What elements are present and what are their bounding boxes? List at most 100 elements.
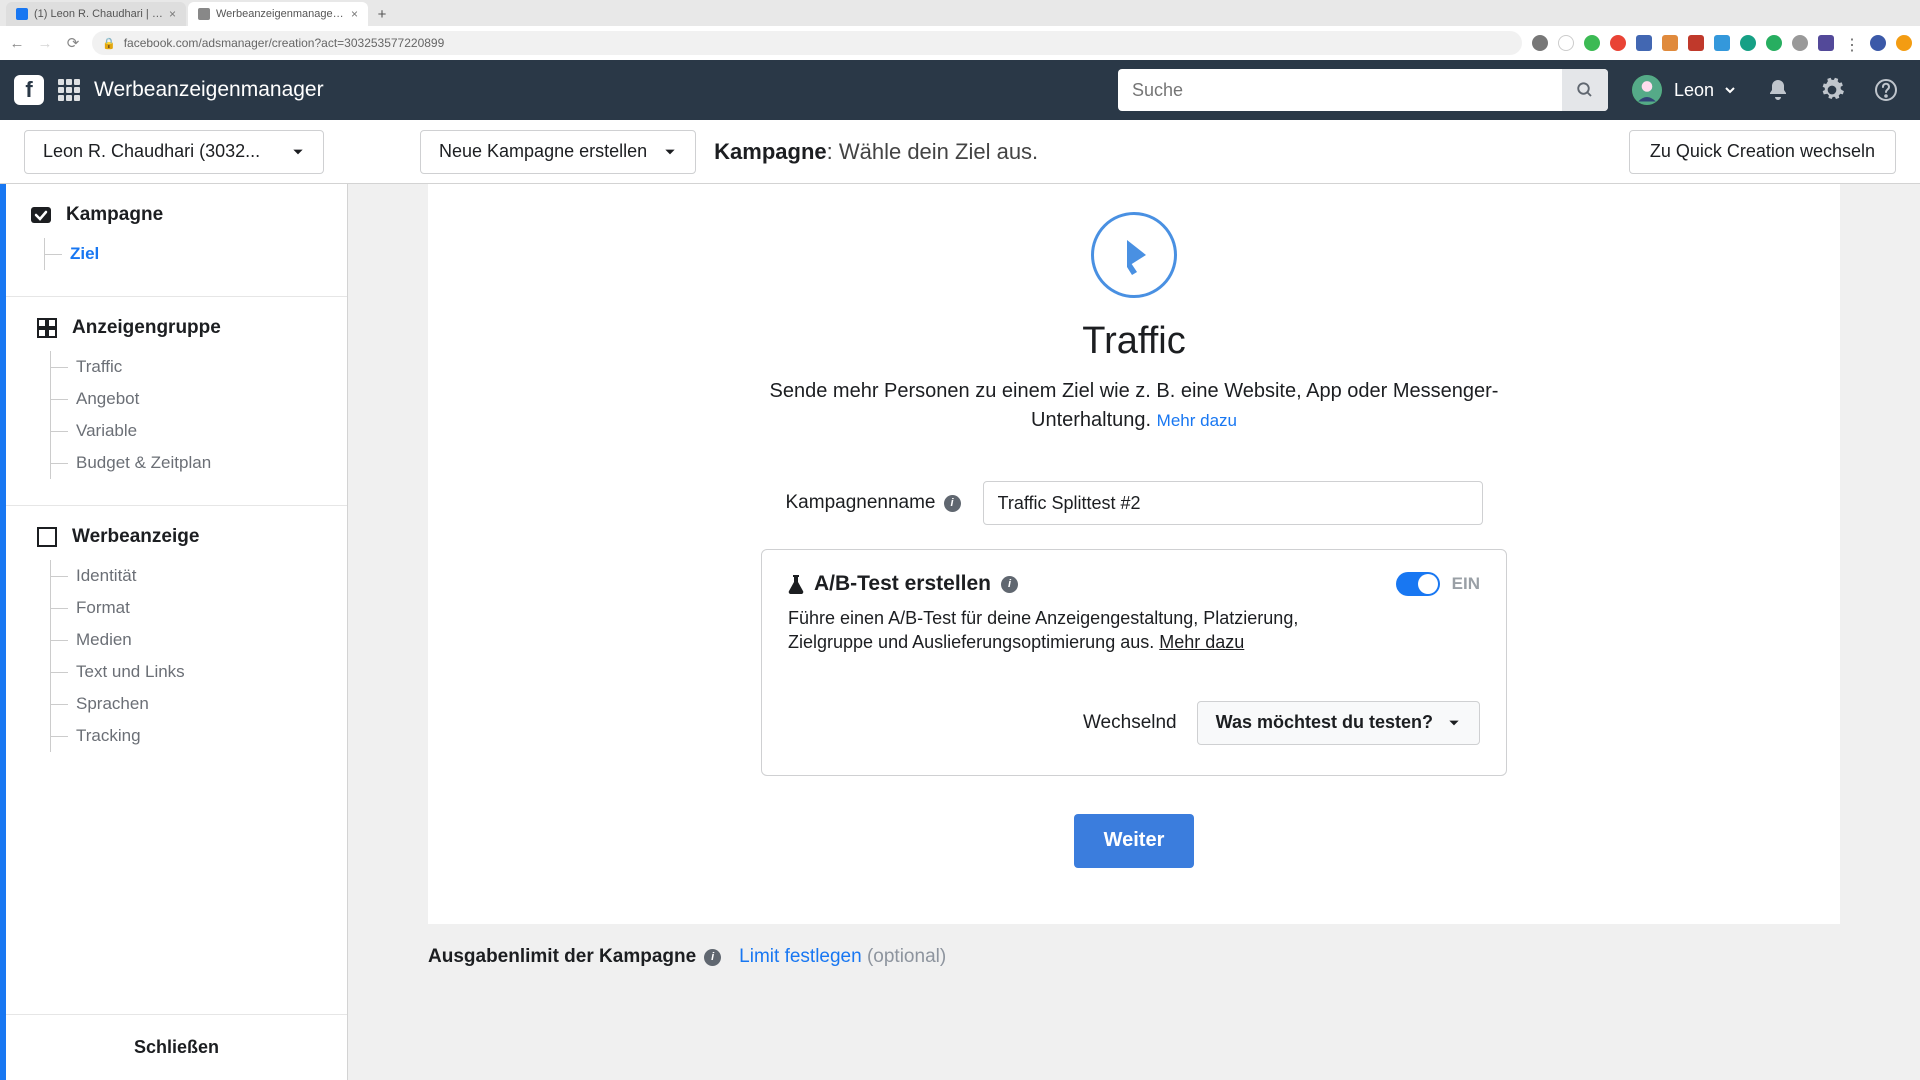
- sidebar-item-angebot[interactable]: Angebot: [50, 383, 323, 415]
- variable-label: Wechselnd: [1083, 712, 1177, 734]
- account-selector[interactable]: Leon R. Chaudhari (3032...: [24, 130, 324, 174]
- ab-test-title: A/B-Test erstellen i: [788, 572, 1308, 596]
- info-icon[interactable]: i: [1001, 576, 1018, 593]
- extension-icon[interactable]: [1688, 35, 1704, 51]
- sidebar-item-format[interactable]: Format: [50, 592, 323, 624]
- switch-label: Zu Quick Creation wechseln: [1650, 141, 1875, 162]
- extension-icon[interactable]: [1558, 35, 1574, 51]
- dropdown-label: Was möchtest du testen?: [1216, 712, 1433, 733]
- extension-icon[interactable]: [1532, 35, 1548, 51]
- browser-tab-active[interactable]: Werbeanzeigenmanager – Cre ×: [188, 2, 368, 26]
- main-content: Traffic Sende mehr Personen zu einem Zie…: [348, 184, 1920, 1080]
- subheader: Leon R. Chaudhari (3032... Neue Kampagne…: [0, 120, 1920, 184]
- search-button[interactable]: [1562, 69, 1608, 111]
- sidebar-item-text-und-links[interactable]: Text und Links: [50, 656, 323, 688]
- sidebar-item-budget[interactable]: Budget & Zeitplan: [50, 447, 323, 479]
- sidebar-item-label: Budget & Zeitplan: [76, 453, 211, 473]
- extension-icon[interactable]: [1636, 35, 1652, 51]
- gear-icon: [1819, 77, 1845, 103]
- sidebar-item-medien[interactable]: Medien: [50, 624, 323, 656]
- back-icon[interactable]: ←: [8, 34, 26, 52]
- learn-more-link[interactable]: Mehr dazu: [1157, 411, 1237, 430]
- tab-title: (1) Leon R. Chaudhari | Facebo: [34, 8, 163, 20]
- settings-button[interactable]: [1812, 70, 1852, 110]
- extension-icon[interactable]: [1740, 35, 1756, 51]
- sidebar-item-traffic[interactable]: Traffic: [50, 351, 323, 383]
- search-container: [1118, 69, 1608, 111]
- user-menu[interactable]: Leon: [1622, 69, 1744, 111]
- help-icon: [1874, 78, 1898, 102]
- sidebar-item-label: Traffic: [76, 357, 122, 377]
- forward-icon[interactable]: →: [36, 34, 54, 52]
- close-label: Schließen: [134, 1037, 219, 1057]
- ab-learn-more-link[interactable]: Mehr dazu: [1159, 632, 1244, 652]
- extension-icon[interactable]: [1818, 35, 1834, 51]
- adset-icon: [36, 317, 58, 339]
- sidebar-item-tracking[interactable]: Tracking: [50, 720, 323, 752]
- browser-chrome: (1) Leon R. Chaudhari | Facebo × Werbean…: [0, 0, 1920, 60]
- breadcrumb: Kampagne: Wähle dein Ziel aus.: [714, 139, 1038, 165]
- sidebar-item-ziel[interactable]: Ziel: [44, 238, 323, 270]
- close-button[interactable]: Schließen: [6, 1014, 347, 1080]
- left-sidebar: Kampagne Ziel Anzeigengruppe Traffic Ang…: [0, 184, 348, 1080]
- extension-icon[interactable]: [1896, 35, 1912, 51]
- sidebar-item-sprachen[interactable]: Sprachen: [50, 688, 323, 720]
- help-button[interactable]: [1866, 70, 1906, 110]
- page-title: Traffic: [456, 320, 1812, 363]
- profile-avatar-icon[interactable]: [1870, 35, 1886, 51]
- campaign-name-input[interactable]: [983, 481, 1483, 525]
- avatar-icon: [1630, 73, 1664, 107]
- user-name: Leon: [1674, 80, 1714, 101]
- toggle-state-label: EIN: [1452, 574, 1480, 594]
- extension-icon[interactable]: [1792, 35, 1808, 51]
- sidebar-item-label: Text und Links: [76, 662, 185, 682]
- ab-description: Führe einen A/B-Test für deine Anzeigeng…: [788, 606, 1308, 655]
- search-input[interactable]: [1118, 80, 1562, 101]
- ab-test-toggle[interactable]: [1396, 572, 1440, 596]
- sidebar-item-variable[interactable]: Variable: [50, 415, 323, 447]
- info-icon[interactable]: i: [944, 495, 961, 512]
- optional-text: (optional): [867, 946, 946, 967]
- browser-tab[interactable]: (1) Leon R. Chaudhari | Facebo ×: [6, 2, 186, 26]
- close-icon[interactable]: ×: [169, 7, 176, 21]
- sidebar-section-campaign[interactable]: Kampagne: [30, 204, 323, 226]
- ad-icon: [36, 526, 58, 548]
- close-icon[interactable]: ×: [351, 7, 358, 21]
- variable-dropdown[interactable]: Was möchtest du testen?: [1197, 701, 1480, 745]
- extension-icon[interactable]: [1766, 35, 1782, 51]
- bell-icon: [1766, 78, 1790, 102]
- budget-label-text: Ausgabenlimit der Kampagne: [428, 946, 696, 968]
- facebook-logo-icon[interactable]: f: [14, 75, 44, 105]
- new-campaign-label: Neue Kampagne erstellen: [439, 141, 647, 162]
- account-label: Leon R. Chaudhari (3032...: [43, 141, 260, 162]
- new-tab-button[interactable]: +: [370, 2, 394, 26]
- info-icon[interactable]: i: [704, 949, 721, 966]
- chevron-down-icon: [663, 145, 677, 159]
- extension-icon[interactable]: [1714, 35, 1730, 51]
- sidebar-label: Anzeigengruppe: [72, 317, 221, 339]
- sidebar-section-ad[interactable]: Werbeanzeige: [36, 526, 323, 548]
- campaign-name-label: Kampagnenname i: [786, 492, 961, 514]
- new-campaign-dropdown[interactable]: Neue Kampagne erstellen: [420, 130, 696, 174]
- notifications-button[interactable]: [1758, 70, 1798, 110]
- address-bar[interactable]: 🔒 facebook.com/adsmanager/creation?act=3…: [92, 31, 1522, 55]
- apps-grid-icon[interactable]: [58, 79, 80, 101]
- sidebar-item-identitaet[interactable]: Identität: [50, 560, 323, 592]
- sidebar-item-label: Medien: [76, 630, 132, 650]
- menu-icon[interactable]: ⋮: [1844, 35, 1860, 51]
- chevron-down-icon: [1724, 84, 1736, 96]
- sidebar-item-label: Identität: [76, 566, 137, 586]
- switch-creation-mode-button[interactable]: Zu Quick Creation wechseln: [1629, 130, 1896, 174]
- sidebar-section-adset[interactable]: Anzeigengruppe: [36, 317, 323, 339]
- continue-button[interactable]: Weiter: [1074, 814, 1195, 868]
- description-text: Sende mehr Personen zu einem Ziel wie z.…: [770, 380, 1499, 431]
- sidebar-item-label: Tracking: [76, 726, 141, 746]
- chevron-down-icon: [291, 145, 305, 159]
- extension-icon[interactable]: [1584, 35, 1600, 51]
- ab-title-text: A/B-Test erstellen: [814, 572, 991, 596]
- set-limit-link[interactable]: Limit festlegen: [739, 946, 862, 967]
- extension-icon[interactable]: [1662, 35, 1678, 51]
- reload-icon[interactable]: ⟳: [64, 34, 82, 52]
- extension-icon[interactable]: [1610, 35, 1626, 51]
- sidebar-item-label: Format: [76, 598, 130, 618]
